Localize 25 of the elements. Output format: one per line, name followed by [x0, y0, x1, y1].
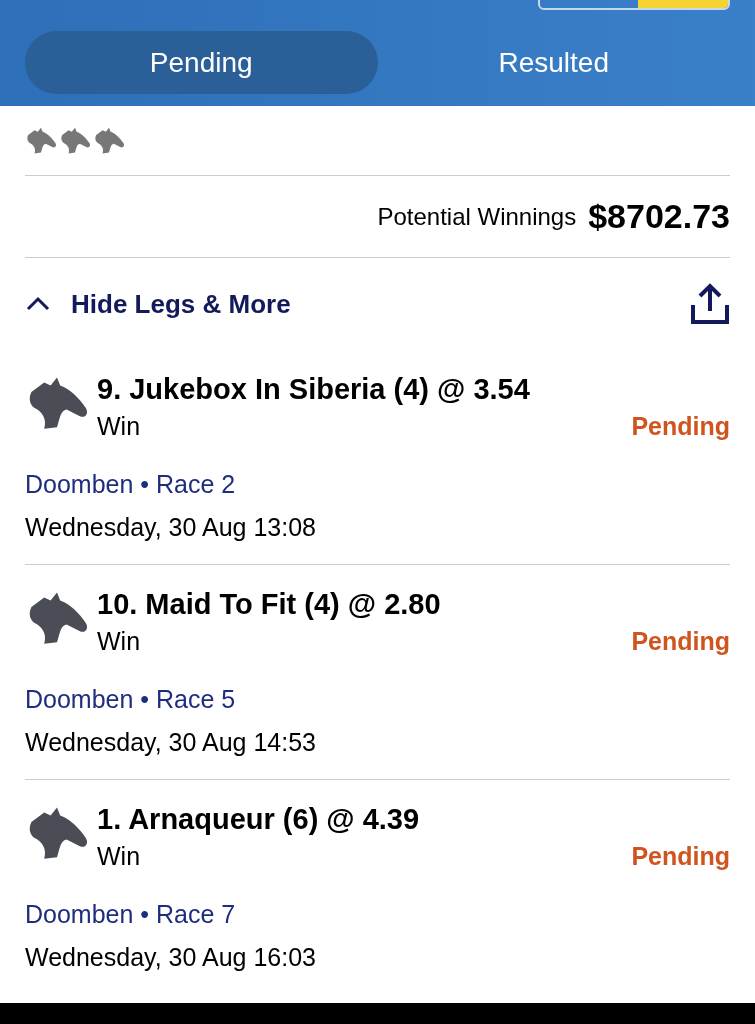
- horse-icon: [25, 126, 57, 155]
- runner-title: 1. Arnaqueur (6) @ 4.39: [97, 802, 421, 837]
- hide-legs-toggle[interactable]: Hide Legs & More: [25, 284, 291, 324]
- status-label: Pending: [631, 626, 730, 657]
- race-time: Wednesday, 30 Aug 14:53: [25, 727, 317, 758]
- horse-icon: [93, 126, 125, 155]
- tab[interactable]: Resulted: [377, 31, 730, 94]
- status-label: Pending: [631, 841, 730, 872]
- runner-title: 10. Maid To Fit (4) @ 2.80: [97, 587, 442, 622]
- potential-winnings-value: $8702.73: [588, 196, 730, 237]
- runner-title: 9. Jukebox In Siberia (4) @ 3.54: [97, 372, 531, 407]
- bet-type: Win: [97, 841, 141, 872]
- bet-type: Win: [97, 411, 141, 442]
- race-venue: Doomben • Race 7: [25, 898, 237, 930]
- tab[interactable]: Pending: [25, 31, 378, 94]
- race-time: Wednesday, 30 Aug 13:08: [25, 512, 317, 543]
- horse-icon: [59, 126, 91, 155]
- race-venue: Doomben • Race 2: [25, 468, 237, 500]
- status-label: Pending: [631, 411, 730, 442]
- race-venue: Doomben • Race 5: [25, 683, 237, 715]
- potential-winnings-label: Potential Winnings: [377, 201, 577, 232]
- bet-type: Win: [97, 626, 141, 657]
- caret-icon: [25, 296, 51, 312]
- share-icon[interactable]: [690, 283, 730, 325]
- race-time: Wednesday, 30 Aug 16:03: [25, 942, 317, 973]
